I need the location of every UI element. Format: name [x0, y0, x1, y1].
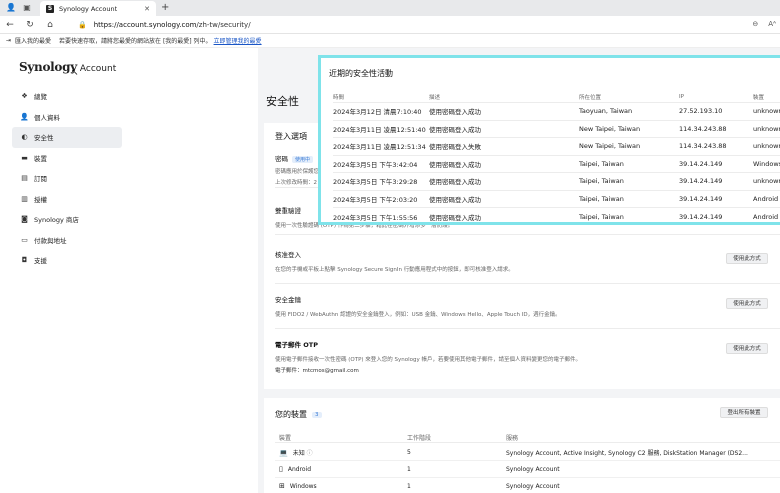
col-device: 裝置	[279, 435, 292, 442]
password-status-badge: 使用中	[292, 156, 314, 163]
security-key-desc: 使用 FIDO2 / WebAuthn 認證的安全金鑰登入，例如：USB 金鑰、…	[275, 312, 561, 318]
email-otp-title: 電子郵件 OTP	[275, 341, 318, 349]
browser-tab-bar: 👤 ▣ S Synology Account ✕ +	[0, 0, 780, 16]
logout-all-devices-button[interactable]: 登出所有裝置	[720, 407, 768, 418]
activity-table-header: 時間 描述 所在位置 IP 裝置	[333, 91, 780, 103]
store-icon: ◙	[21, 215, 28, 224]
recent-security-activity-panel: 近期的安全性活動 時間 描述 所在位置 IP 裝置 2024年3月12日 清晨7…	[318, 55, 780, 225]
email-otp-row: 電子郵件 OTP 使用電子郵件接收一次性密碼 (OTP) 來登入您的 Synol…	[275, 339, 780, 384]
security-key-use-button[interactable]: 使用此方式	[726, 298, 768, 309]
favorites-bar: ⇥ 匯入我的最愛 若要快速存取，請將您最愛的網站放在 [我的最愛] 列中。 立即…	[0, 34, 780, 48]
sidebar-menu: ❖ 總覽 👤 個人資料 ◐ 安全性 ▬ 裝置 ▤ 訂閱 ▥ 授權 ◙ Synology 商店 …	[12, 86, 122, 271]
table-row: 2024年3月12日 清晨7:10:40 使用密碼登入成功 Taoyuan, Tai…	[333, 103, 780, 121]
info-icon[interactable]: ⓘ	[307, 450, 313, 457]
login-options-heading: 登入選項	[275, 132, 307, 141]
brand[interactable]: Synology Account	[19, 60, 116, 74]
devices-table-header: 裝置 工作階段 服務	[275, 433, 780, 443]
sidebar-item-payment[interactable]: ▭ 付款與地址	[12, 230, 122, 251]
devices-heading: 您的裝置	[275, 410, 307, 419]
sidebar: Synology Account ↖ ❖ 總覽 👤 個人資料 ◐ 安全性 ▬ 裝置 ▤ 訂…	[0, 48, 130, 493]
close-tab-icon[interactable]: ✕	[144, 5, 150, 13]
profile-icon[interactable]: 👤	[6, 3, 16, 13]
overview-icon: ❖	[21, 92, 28, 101]
synology-logo: Synology	[19, 60, 77, 74]
browser-tab[interactable]: S Synology Account ✕	[40, 1, 156, 16]
url-host: https://account.synology.com	[93, 21, 197, 29]
sidebar-item-devices[interactable]: ▬ 裝置	[12, 148, 122, 169]
sidebar-item-subscriptions[interactable]: ▤ 訂閱	[12, 168, 122, 189]
table-row: 2024年3月5日 下午3:42:04 使用密碼登入成功 Taipei, Taiwa…	[333, 156, 780, 173]
synology-favicon-icon: S	[46, 4, 54, 13]
lock-icon[interactable]: 🔒	[78, 21, 87, 29]
devices-card: 您的裝置 3 登出所有裝置 裝置 工作階段 服務 💻 未知 ⓘ 5 Synology…	[264, 398, 780, 493]
windows-icon: ⊞	[279, 482, 285, 490]
sidebar-item-licenses[interactable]: ▥ 授權	[12, 189, 122, 210]
approve-signin-use-button[interactable]: 使用此方式	[726, 253, 768, 264]
android-icon: ▯	[279, 465, 283, 473]
person-icon: 👤	[20, 112, 29, 121]
approve-signin-title: 核准登入	[275, 251, 301, 259]
sidebar-item-support[interactable]: ◘ 支援	[12, 250, 122, 271]
email-otp-address: 電子郵件：mtcmos@gmail.com	[275, 368, 359, 374]
table-row: 2024年3月5日 下午3:29:28 使用密碼登入成功 Taipei, Taiwa…	[333, 173, 780, 191]
table-row: 2024年3月5日 下午2:03:20 使用密碼登入成功 Taipei, Taiwa…	[333, 191, 780, 208]
sidebar-item-security[interactable]: ◐ 安全性	[12, 127, 122, 148]
sidebar-item-overview[interactable]: ❖ 總覽	[12, 86, 122, 107]
back-icon[interactable]: ←	[0, 20, 20, 30]
table-row[interactable]: ▯ Android 1 Synology Account	[275, 461, 780, 478]
security-key-title: 安全金鑰	[275, 296, 301, 304]
activity-title: 近期的安全性活動	[329, 69, 393, 78]
subscription-icon: ▤	[21, 174, 28, 183]
address-bar: ← ↻ ⌂ 🔒 https://account.synology.com/zh-…	[0, 16, 780, 34]
password-label: 密碼	[275, 155, 288, 163]
favorites-message: 若要快速存取，請將您最愛的網站放在 [我的最愛] 列中。	[59, 38, 212, 45]
email-otp-use-button[interactable]: 使用此方式	[726, 343, 768, 354]
approve-signin-row: 核准登入 在您的手機或平板上點擊 Synology Secure SignIn …	[275, 249, 780, 284]
home-icon[interactable]: ⌂	[40, 20, 60, 30]
col-service: 服務	[506, 435, 519, 442]
tab-actions-icon[interactable]: ▣	[22, 3, 32, 13]
account-label: Account	[79, 64, 117, 74]
support-icon: ◘	[21, 256, 28, 265]
sidebar-item-profile[interactable]: 👤 個人資料	[12, 107, 122, 128]
col-sessions: 工作階段	[407, 435, 432, 442]
payment-icon: ▭	[21, 235, 28, 244]
import-favorites-link[interactable]: 匯入我的最愛	[15, 36, 51, 45]
table-row[interactable]: 💻 未知 ⓘ 5 Synology Account, Active Insight…	[275, 444, 780, 461]
import-favorites-icon: ⇥	[6, 37, 12, 44]
license-icon: ▥	[21, 194, 28, 203]
device-icon: ▬	[21, 153, 28, 162]
url-path: /zh-tw/security/	[196, 21, 251, 29]
security-key-row: 安全金鑰 使用 FIDO2 / WebAuthn 認證的安全金鑰登入，例如：US…	[275, 294, 780, 329]
table-row: 2024年3月5日 下午1:55:56 使用密碼登入成功 Taipei, Taiwa…	[333, 212, 780, 222]
url-field[interactable]: 🔒 https://account.synology.com/zh-tw/sec…	[78, 19, 768, 31]
manage-favorites-link[interactable]: 立即管理我的最愛	[214, 36, 262, 45]
activity-table: 時間 描述 所在位置 IP 裝置 2024年3月12日 清晨7:10:40 使用密…	[333, 91, 780, 226]
refresh-icon[interactable]: ↻	[20, 20, 40, 30]
email-otp-desc: 使用電子郵件接收一次性密碼 (OTP) 來登入您的 Synology 帳戶，若要…	[275, 357, 582, 363]
table-row[interactable]: ⊞ Windows 1 Synology Account	[275, 478, 780, 493]
sidebar-item-store[interactable]: ◙ Synology 商店	[12, 209, 122, 230]
mouse-cursor-icon: ↖	[71, 68, 79, 78]
approve-signin-desc: 在您的手機或平板上點擊 Synology Secure SignIn 行動應用程…	[275, 267, 514, 273]
page-title: 安全性	[266, 95, 299, 108]
table-row: 2024年3月11日 凌晨12:51:40 使用密碼登入成功 New Taipei,…	[333, 121, 780, 138]
table-row: 2024年3月11日 凌晨12:51:34 使用密碼登入失敗 New Taipei,…	[333, 138, 780, 156]
new-tab-button[interactable]: +	[161, 2, 169, 13]
devices-count-badge: 3	[312, 411, 322, 418]
laptop-icon: 💻	[279, 448, 288, 457]
tab-title: Synology Account	[59, 4, 118, 13]
read-aloud-icon[interactable]: Aᴬ	[768, 20, 776, 28]
shield-icon: ◐	[21, 133, 28, 142]
zoom-icon[interactable]: ⊖	[752, 20, 758, 28]
